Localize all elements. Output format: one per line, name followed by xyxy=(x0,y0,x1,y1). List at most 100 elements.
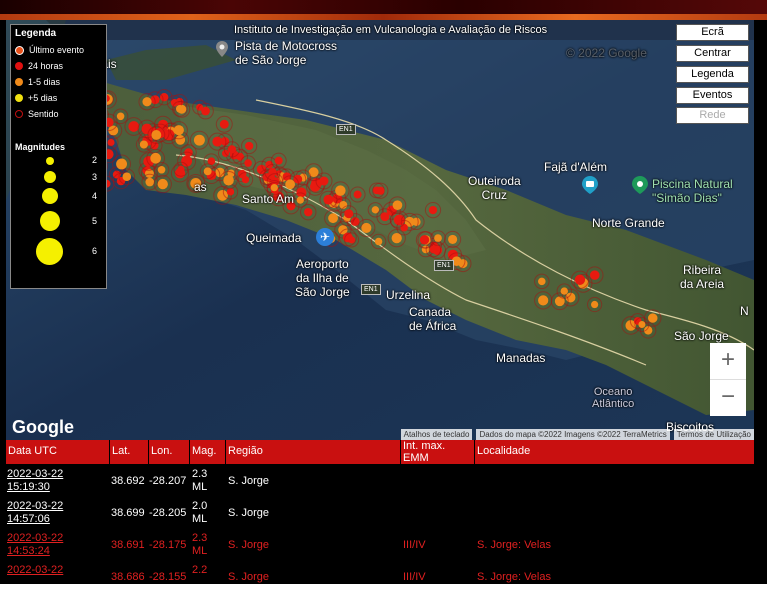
table-header: Data UTC Lat. Lon. Mag. Região Int. max.… xyxy=(6,440,754,464)
cell-locality: S. Jorge: Velas xyxy=(477,571,551,583)
place-urzelina: Urzelina xyxy=(386,288,431,302)
camera-icon xyxy=(582,176,598,194)
legend-dot xyxy=(15,62,23,70)
legend-button[interactable]: Legenda xyxy=(676,66,749,83)
network-button[interactable]: Rede xyxy=(676,107,749,124)
col-header-region[interactable]: Região xyxy=(225,440,398,464)
place-piscina: Piscina Natural "Simão Dias" xyxy=(652,177,733,205)
legend-item-1-5: 1-5 dias xyxy=(15,77,60,87)
pin-icon xyxy=(632,176,648,194)
col-header-lat[interactable]: Lat. xyxy=(109,440,148,464)
cell-date[interactable]: 2022-03-22 xyxy=(7,564,63,577)
page-footer xyxy=(0,584,767,596)
cell-mag: 2.2 xyxy=(192,564,208,576)
col-header-locality[interactable]: Localidade xyxy=(474,440,754,464)
airport-icon: ✈ xyxy=(316,228,334,246)
cell-emm: III/IV xyxy=(403,539,426,551)
road-label: EN1 xyxy=(434,260,454,271)
magnitude-circle xyxy=(44,171,56,183)
cell-mag: 2.3 ML xyxy=(192,468,208,493)
place-norte-grande: Norte Grande xyxy=(592,216,665,230)
cell-lat: 38.692 xyxy=(111,475,145,487)
place-ribeira: Ribeira da Areia xyxy=(680,263,725,291)
legend-title: Legenda xyxy=(15,28,57,39)
pin-icon xyxy=(216,41,228,57)
magnitude-label: 6 xyxy=(92,246,98,256)
col-header-date[interactable]: Data UTC xyxy=(6,440,108,464)
google-watermark: © 2022 Google xyxy=(566,46,647,60)
col-header-lon[interactable]: Lon. xyxy=(148,440,189,464)
cell-date[interactable]: 2022-03-22 14:57:06 xyxy=(7,500,63,526)
map-attribution: Atalhos de teclado Dados do mapa ©2022 I… xyxy=(400,429,754,440)
legend-magnitudes-title: Magnitudes xyxy=(15,142,66,152)
magnitude-circle xyxy=(40,211,60,231)
right-edge xyxy=(754,20,767,584)
place-aeroporto: Aeroporto da Ilha de São Jorge xyxy=(295,257,350,299)
table-row[interactable]: 2022-03-22 38.686 -28.155 2.2 S. Jorge III/… xyxy=(6,562,754,584)
place-oceano: Oceano Atlântico xyxy=(592,386,635,410)
road-label: EN1 xyxy=(361,284,381,295)
place-santo-amaro: Santo Am xyxy=(242,192,295,206)
legend-dot xyxy=(15,110,23,118)
top-nav-bar xyxy=(0,0,767,14)
magnitude-circle xyxy=(42,188,58,204)
cell-region: S. Jorge xyxy=(228,571,269,583)
cell-date[interactable]: 2022-03-22 14:53:24 xyxy=(7,532,63,558)
legend-dot xyxy=(15,45,24,55)
cell-region: S. Jorge xyxy=(228,539,269,551)
cell-lon: -28.155 xyxy=(149,571,187,583)
cell-lon: -28.205 xyxy=(149,507,187,519)
cell-lat: 38.691 xyxy=(111,539,145,551)
road-label: EN1 xyxy=(336,124,356,135)
cell-region: S. Jorge xyxy=(228,475,269,487)
terms-link[interactable]: Termos de Utilização xyxy=(673,429,754,440)
place-manadas: Manadas xyxy=(496,351,546,365)
keyboard-shortcuts-link[interactable]: Atalhos de teclado xyxy=(400,429,473,440)
map-legend: Legenda Último evento 24 horas 1-5 dias … xyxy=(10,24,107,289)
google-logo: Google xyxy=(12,417,74,437)
legend-dot xyxy=(15,78,23,86)
zoom-out-button[interactable]: − xyxy=(710,380,746,416)
events-table: Data UTC Lat. Lon. Mag. Região Int. max.… xyxy=(6,440,754,584)
magnitude-circle xyxy=(46,157,54,165)
place-velas: as xyxy=(194,180,207,194)
col-header-mag[interactable]: Mag. xyxy=(189,440,225,464)
cell-lon: -28.207 xyxy=(149,475,187,487)
event-date-link[interactable]: 2022-03-22 xyxy=(7,564,63,576)
place-canada: Canada de África xyxy=(409,305,457,333)
magnitude-circle xyxy=(36,238,63,265)
event-date-link[interactable]: 2022-03-22 14:57:06 xyxy=(7,500,63,525)
cell-date[interactable]: 2022-03-22 15:19:30 xyxy=(7,468,63,494)
legend-item-ultimo: Último evento xyxy=(15,45,84,55)
map-view[interactable]: Instituto de Investigação em Vulcanologi… xyxy=(6,20,754,440)
magnitude-label: 5 xyxy=(92,216,98,226)
cell-emm: III/IV xyxy=(403,571,426,583)
col-header-emm[interactable]: Int. max. EMM xyxy=(400,440,475,464)
cell-lon: -28.175 xyxy=(149,539,187,551)
magnitude-label: 4 xyxy=(92,191,98,201)
legend-item-5plus: +5 dias xyxy=(15,93,57,103)
table-row[interactable]: 2022-03-22 14:57:06 38.699 -28.205 2.0 ML S.… xyxy=(6,498,754,530)
events-button[interactable]: Eventos xyxy=(676,87,749,104)
fullscreen-button[interactable]: Ecrã xyxy=(676,24,749,41)
legend-item-24h: 24 horas xyxy=(15,61,63,71)
cell-mag: 2.3 ML xyxy=(192,532,208,557)
table-row[interactable]: 2022-03-22 14:53:24 38.691 -28.175 2.3 ML S.… xyxy=(6,530,754,562)
place-faja: Fajã d'Além xyxy=(544,160,607,174)
zoom-in-button[interactable]: + xyxy=(710,343,746,380)
cell-lat: 38.686 xyxy=(111,571,145,583)
legend-dot xyxy=(15,94,23,102)
event-date-link[interactable]: 2022-03-22 15:19:30 xyxy=(7,468,63,493)
magnitude-label: 2 xyxy=(92,155,98,165)
magnitude-label: 3 xyxy=(92,172,98,182)
table-row[interactable]: 2022-03-22 15:19:30 38.692 -28.207 2.3 ML S.… xyxy=(6,466,754,498)
cell-lat: 38.699 xyxy=(111,507,145,519)
map-terrain xyxy=(6,20,754,440)
place-outeiroda: Outeiroda Cruz xyxy=(468,174,521,202)
center-button[interactable]: Centrar xyxy=(676,45,749,62)
legend-item-sentido: Sentido xyxy=(15,109,59,119)
cell-mag: 2.0 ML xyxy=(192,500,208,525)
map-data-credit: Dados do mapa ©2022 Imagens ©2022 TerraM… xyxy=(476,429,670,440)
event-date-link[interactable]: 2022-03-22 14:53:24 xyxy=(7,532,63,557)
cell-region: S. Jorge xyxy=(228,507,269,519)
